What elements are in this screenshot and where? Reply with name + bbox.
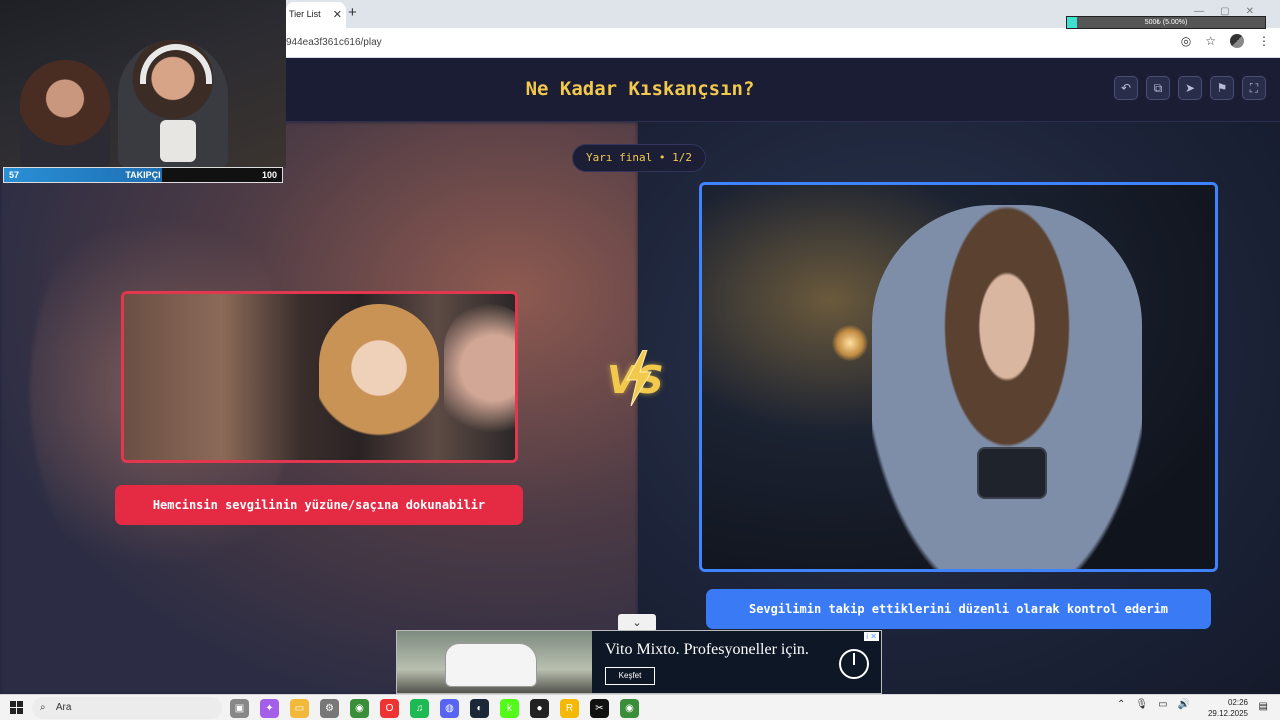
- copy-icon[interactable]: ⧉: [1146, 76, 1170, 100]
- rockstar-icon[interactable]: R: [560, 699, 579, 718]
- side-face-shape: [444, 304, 515, 460]
- clock-time: 02:26: [1227, 698, 1248, 707]
- spotify-icon[interactable]: ♫: [410, 699, 429, 718]
- flag-icon[interactable]: ⚑: [1210, 76, 1234, 100]
- task-view-icon[interactable]: ▣: [230, 699, 249, 718]
- settings-icon[interactable]: ⚙: [320, 699, 339, 718]
- capcut-icon[interactable]: ✂: [590, 699, 609, 718]
- left-option-caption[interactable]: Hemcinsin sevgilinin yüzüne/saçına dokun…: [115, 485, 523, 525]
- chrome-icon[interactable]: ◉: [350, 699, 369, 718]
- screen: Tier List ✕ + —▢✕ 944ea3f361c616/play ◎ …: [0, 0, 1280, 720]
- ad-headline: Vito Mixto. Profesyoneller için.: [605, 641, 809, 658]
- left-option-image: [124, 294, 515, 460]
- mercedes-star-icon: [839, 649, 869, 679]
- chevron-up-icon[interactable]: ⌃: [1117, 699, 1125, 710]
- notification-icon[interactable]: ▤: [1259, 701, 1268, 712]
- donation-progress-text: 500₺ (5.00%): [1144, 19, 1188, 26]
- woman-shape: [872, 205, 1142, 569]
- streamer-left-shape: [20, 60, 110, 168]
- right-option-card[interactable]: [699, 182, 1218, 572]
- windows-taskbar: ⌕ Ara ▣ ✦ ▭ ⚙ ◉ O ♫ ◍ ◐ k ● R ✂ ◉ ⌃ 🎙 ▭ …: [0, 694, 1280, 720]
- url-text[interactable]: 944ea3f361c616/play: [286, 37, 382, 48]
- header-toolbar: ↶ ⧉ ➤ ⚑ ⛶: [1114, 76, 1266, 100]
- taskbar-clock[interactable]: 02:26 29.12.2025: [1208, 697, 1248, 719]
- vs-badge: VS: [607, 350, 671, 406]
- obs-icon[interactable]: ●: [530, 699, 549, 718]
- ad-cta-button[interactable]: Keşfet: [605, 667, 655, 685]
- send-icon[interactable]: ➤: [1178, 76, 1202, 100]
- file-explorer-icon[interactable]: ▭: [290, 699, 309, 718]
- network-icon[interactable]: ▭: [1158, 699, 1167, 710]
- clock-date: 29.12.2025: [1207, 709, 1248, 718]
- follower-target: 100: [261, 170, 277, 180]
- taskbar-search[interactable]: ⌕ Ara: [32, 697, 222, 719]
- ad-banner[interactable]: Vito Mixto. Profesyoneller için. Keşfet …: [396, 630, 882, 694]
- donation-goal-bar: 500₺ (5.00%): [1066, 16, 1266, 29]
- menu-dots-icon[interactable]: ⋮: [1258, 34, 1270, 48]
- discord-icon[interactable]: ◍: [440, 699, 459, 718]
- follower-label: TAKIPÇI: [125, 170, 161, 180]
- tab-close-icon[interactable]: ✕: [333, 8, 342, 21]
- steam-icon[interactable]: ◐: [470, 699, 489, 718]
- right-option-image: [702, 185, 1215, 569]
- round-badge: Yarı final • 1/2: [572, 144, 706, 172]
- browser-tab[interactable]: Tier List ✕: [286, 2, 346, 28]
- windows-start-icon[interactable]: [10, 701, 23, 714]
- van-shape: [445, 643, 537, 687]
- new-tab-button[interactable]: +: [348, 4, 357, 21]
- volume-icon[interactable]: 🔊: [1178, 699, 1190, 710]
- search-placeholder: Ara: [55, 702, 72, 713]
- left-option-card[interactable]: [121, 291, 518, 463]
- ad-image: [397, 631, 592, 693]
- tab-title: Tier List: [289, 9, 321, 19]
- ad-choices-icon[interactable]: i ✕: [864, 632, 879, 641]
- search-icon: ⌕: [40, 702, 46, 713]
- address-bar[interactable]: 944ea3f361c616/play ◎ ☆ ⋮: [286, 28, 1280, 58]
- lamp-shape: [832, 325, 868, 361]
- cup-shape: [160, 120, 196, 162]
- star-icon[interactable]: ☆: [1205, 34, 1216, 48]
- microphone-icon[interactable]: 🎙: [1135, 699, 1148, 710]
- right-option-caption[interactable]: Sevgilimin takip ettiklerini düzenli ola…: [706, 589, 1211, 629]
- opera-icon[interactable]: O: [380, 699, 399, 718]
- copilot-icon[interactable]: ✦: [260, 699, 279, 718]
- taskbar-apps: ▣ ✦ ▭ ⚙ ◉ O ♫ ◍ ◐ k ● R ✂ ◉: [230, 699, 639, 718]
- eye-off-icon[interactable]: ◎: [1181, 34, 1191, 48]
- phone-shape: [977, 447, 1047, 499]
- kick-icon[interactable]: k: [500, 699, 519, 718]
- follower-goal-bar: 57 TAKIPÇI 100: [3, 167, 283, 183]
- system-tray: ⌃ 🎙 ▭ 🔊: [1117, 699, 1190, 710]
- woman-face-shape: [319, 304, 439, 460]
- webcam-overlay: [0, 0, 286, 168]
- profile-avatar[interactable]: [1230, 34, 1244, 48]
- undo-icon[interactable]: ↶: [1114, 76, 1138, 100]
- lightning-bolt-icon: [626, 350, 652, 406]
- fullscreen-icon[interactable]: ⛶: [1242, 76, 1266, 100]
- url-bar-icons: ◎ ☆ ⋮: [1181, 34, 1270, 48]
- chrome-active-icon[interactable]: ◉: [620, 699, 639, 718]
